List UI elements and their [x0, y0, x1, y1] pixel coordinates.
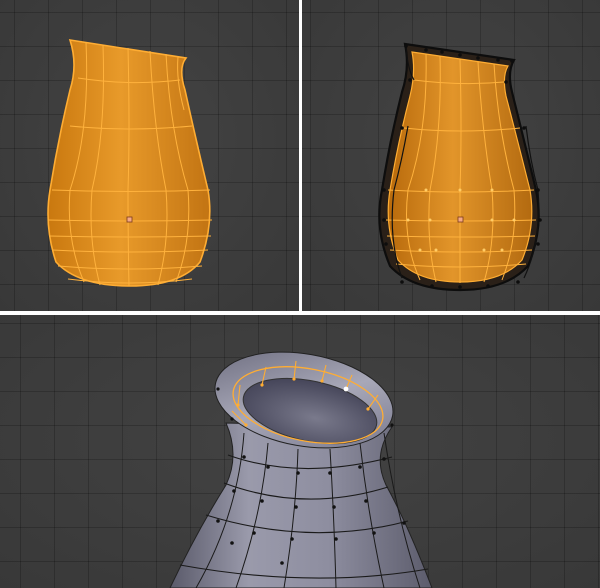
vase-mesh-solidified[interactable] [302, 0, 600, 311]
active-vertex-icon [343, 386, 349, 392]
viewport-left-edit-mode[interactable] [0, 0, 299, 311]
viewport-bottom-closeup[interactable] [0, 315, 600, 588]
vase-mesh[interactable] [0, 0, 299, 311]
origin-dot-icon [126, 216, 133, 223]
origin-dot-icon [457, 216, 464, 223]
viewport-right-edit-mode[interactable] [302, 0, 600, 311]
vase-neck-closeup[interactable] [0, 315, 600, 588]
